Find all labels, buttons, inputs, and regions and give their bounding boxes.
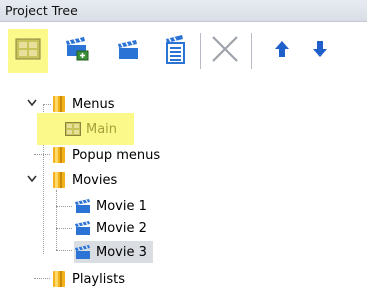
folder-icon (50, 270, 68, 287)
tree-node-movies[interactable]: Movies (50, 169, 117, 191)
playlist-button[interactable] (155, 29, 195, 73)
panel-title: Project Tree (5, 3, 78, 18)
tree-node-movie-3[interactable]: Movie 3 (74, 241, 153, 263)
tree-node-label: Movie 2 (96, 220, 147, 236)
clapperboard-list-icon (161, 33, 189, 69)
tree-node-movie-2[interactable]: Movie 2 (74, 217, 147, 239)
clapperboard-icon (74, 197, 92, 215)
toolbar (0, 23, 367, 83)
tree-node-label: Menus (72, 96, 115, 112)
tree-node-label: Popup menus (72, 147, 161, 163)
folder-icon (50, 146, 68, 164)
tree-node-label: Playlists (72, 271, 125, 287)
tree-node-movie-1[interactable]: Movie 1 (74, 195, 147, 217)
tree-line (34, 278, 50, 279)
tree-line (56, 250, 72, 251)
chevron-down-icon (27, 96, 37, 111)
move-up-button[interactable] (262, 29, 302, 73)
movies-expander[interactable] (25, 172, 39, 186)
chevron-down-icon (27, 172, 37, 187)
clapperboard-icon (114, 35, 142, 67)
tree-node-label: Movie 1 (96, 198, 147, 214)
menu-grid-icon (15, 38, 41, 64)
folder-icon (50, 95, 68, 113)
tree-node-label: Movie 3 (96, 244, 147, 260)
tree-line (34, 154, 50, 155)
tree-node-label: Main (86, 121, 118, 137)
tree-line (56, 206, 72, 207)
menu-grid-icon (64, 120, 82, 138)
tree-node-playlists[interactable]: Playlists (50, 268, 125, 287)
tree-node-popup-menus[interactable]: Popup menus (50, 144, 160, 166)
clapperboard-add-icon (63, 35, 91, 67)
tree-node-label: Movies (72, 172, 118, 188)
tree-line (56, 228, 72, 229)
add-menu-button[interactable] (8, 29, 48, 73)
tree-line (56, 190, 57, 250)
close-icon (210, 34, 240, 68)
add-movie-button[interactable] (57, 29, 97, 73)
clapperboard-icon (74, 219, 92, 237)
tree-node-menus[interactable]: Menus (50, 93, 114, 115)
toolbar-separator (200, 33, 201, 69)
delete-button[interactable] (205, 29, 245, 73)
movie-button[interactable] (108, 29, 148, 73)
arrow-up-icon (274, 39, 290, 63)
panel-header: Project Tree (0, 0, 367, 22)
move-down-button[interactable] (300, 29, 340, 73)
toolbar-separator (251, 33, 252, 69)
menus-expander[interactable] (25, 96, 39, 110)
folder-icon (50, 171, 68, 189)
tree-node-main[interactable]: Main (64, 118, 117, 140)
arrow-down-icon (312, 39, 328, 63)
project-tree: Menus Main Popup menus Movies Movie 1 Mo… (0, 88, 367, 287)
clapperboard-icon (74, 243, 92, 261)
